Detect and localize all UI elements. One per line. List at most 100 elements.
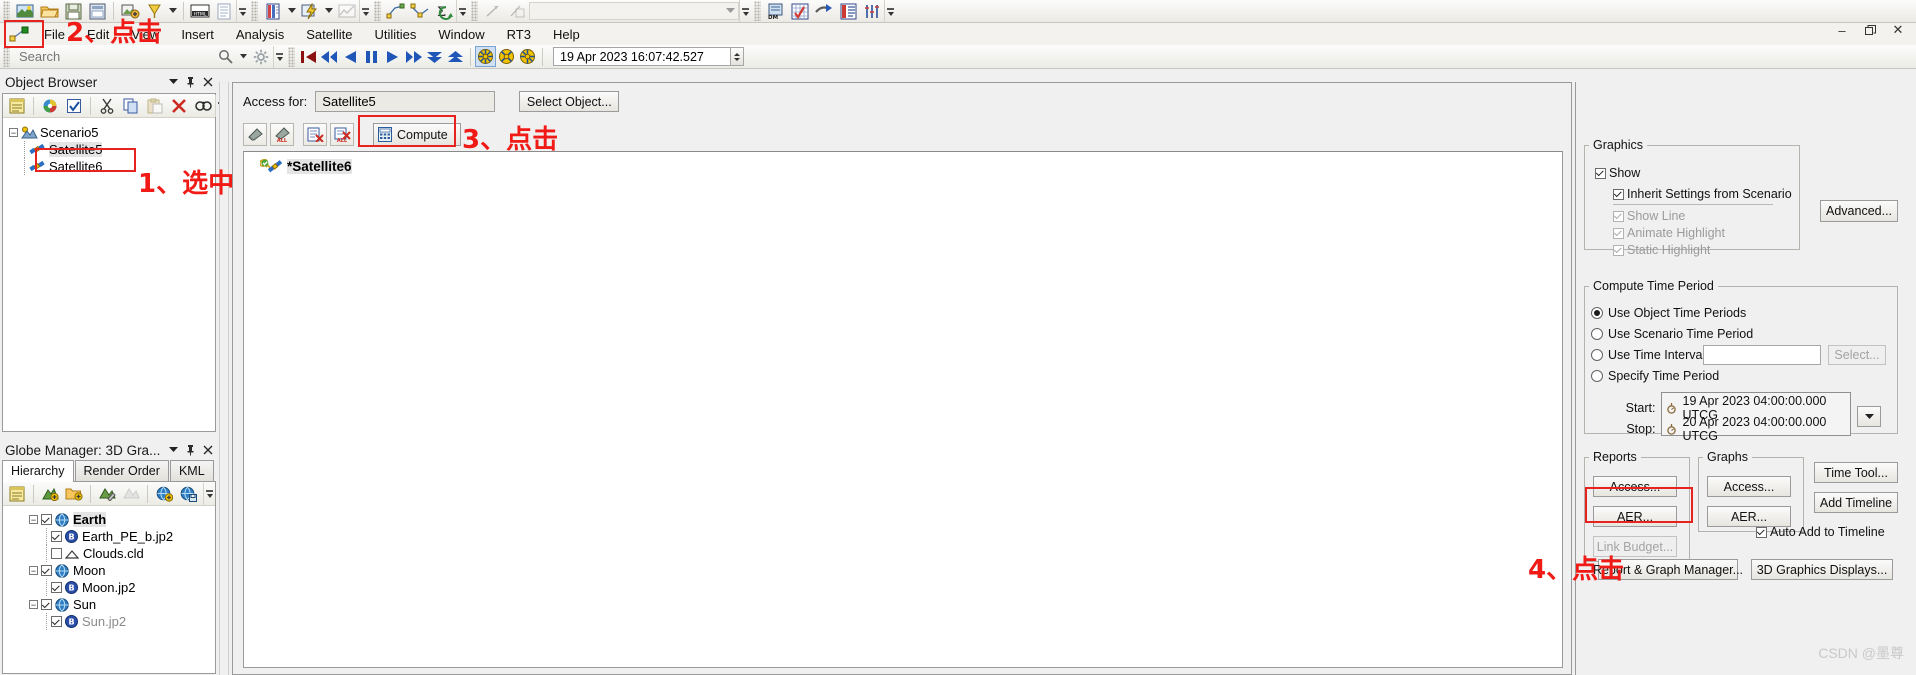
globe-node-sun-imagery[interactable]: B Sun.jp2 xyxy=(29,613,215,630)
aer-tool-icon[interactable] xyxy=(409,0,431,22)
minimize-button[interactable]: – xyxy=(1828,19,1856,41)
expander-icon[interactable]: − xyxy=(29,515,38,524)
realtime-mode-icon[interactable] xyxy=(475,46,496,67)
animation-toolbar[interactable]: 19 Apr 2023 16:07:42.527 xyxy=(0,45,1916,69)
use-scenario-time-period-radio[interactable] xyxy=(1591,328,1603,340)
advanced-button[interactable]: Advanced... xyxy=(1820,200,1898,222)
use-scenario-time-period-row[interactable]: Use Scenario Time Period xyxy=(1591,327,1753,341)
remove-all-objects-icon[interactable]: ALL xyxy=(330,123,354,146)
main-toolbar[interactable]: HTML Σ DM xyxy=(0,0,1916,23)
add-folder-icon[interactable] xyxy=(63,483,85,505)
time-tool-button[interactable]: Time Tool... xyxy=(1814,462,1898,483)
save-globe-icon[interactable] xyxy=(177,483,199,505)
search-gripper[interactable] xyxy=(3,46,10,67)
export-arrow-icon[interactable] xyxy=(813,0,835,22)
expander-icon[interactable]: − xyxy=(9,128,18,137)
time-intervals-field[interactable] xyxy=(1703,345,1821,365)
access-tool-icon[interactable] xyxy=(385,0,407,22)
visibility-checkbox[interactable] xyxy=(41,514,52,525)
visibility-checkbox[interactable] xyxy=(41,565,52,576)
object-browser-chevron-down-icon[interactable] xyxy=(165,74,182,91)
add-globe-icon[interactable] xyxy=(153,483,175,505)
properties-icon[interactable] xyxy=(6,95,28,117)
increase-time-step-icon[interactable] xyxy=(445,46,466,67)
report-list-icon[interactable] xyxy=(837,0,859,22)
menu-rt3[interactable]: RT3 xyxy=(496,25,542,44)
specify-time-period-radio[interactable] xyxy=(1591,370,1603,382)
access-for-field[interactable]: Satellite5 xyxy=(315,91,496,112)
tab-hierarchy[interactable]: Hierarchy xyxy=(2,460,74,482)
globe-node-earth[interactable]: − Earth xyxy=(29,511,215,528)
restore-button[interactable] xyxy=(1856,19,1884,41)
time-spinner[interactable] xyxy=(731,47,744,66)
copy-icon[interactable] xyxy=(120,95,142,117)
decrease-time-step-icon[interactable] xyxy=(424,46,445,67)
time-step-mode-icon[interactable] xyxy=(517,46,538,67)
toolbar-overflow-button-2[interactable] xyxy=(359,0,371,22)
search-dropdown-arrow-icon[interactable] xyxy=(238,46,248,68)
object-browser-close-icon[interactable] xyxy=(199,74,216,91)
search-overflow-button[interactable] xyxy=(273,45,285,68)
cut-icon[interactable] xyxy=(96,95,118,117)
comparison-icon[interactable] xyxy=(861,0,883,22)
time-period-dropdown-button[interactable] xyxy=(1857,406,1881,427)
toolbar-gripper-4[interactable] xyxy=(471,1,478,21)
report-icon[interactable] xyxy=(213,0,235,22)
menu-utilities[interactable]: Utilities xyxy=(364,25,428,44)
menu-insert[interactable]: Insert xyxy=(170,25,225,44)
toolbar-gripper-3[interactable] xyxy=(374,1,381,21)
graphics-displays-button[interactable]: 3D Graphics Displays... xyxy=(1751,559,1893,580)
expander-icon[interactable]: − xyxy=(29,600,38,609)
toolbar-combo[interactable] xyxy=(529,2,739,20)
properties-icon[interactable] xyxy=(6,483,28,505)
object-browser-pin-icon[interactable] xyxy=(182,74,199,91)
visibility-checkbox[interactable] xyxy=(51,531,62,542)
globe-manager-tabs[interactable]: Hierarchy Render Order KML xyxy=(2,460,216,482)
play-forward-icon[interactable] xyxy=(382,46,403,67)
step-back-icon[interactable] xyxy=(319,46,340,67)
toolbar-gripper-2[interactable] xyxy=(251,1,258,21)
use-time-intervals-row[interactable]: Use Time Intervals xyxy=(1591,348,1712,362)
current-time-field[interactable]: 19 Apr 2023 16:07:42.527 xyxy=(553,47,731,66)
edit-imagery-icon[interactable] xyxy=(96,483,118,505)
globe-manager-close-icon[interactable] xyxy=(199,442,216,459)
globe-manager-toolbar[interactable] xyxy=(3,482,215,506)
globe-node-moon[interactable]: − Moon xyxy=(29,562,215,579)
play-backward-icon[interactable] xyxy=(340,46,361,67)
color-wheel-icon[interactable] xyxy=(39,95,61,117)
auto-add-to-timeline-row[interactable]: Auto Add to Timeline xyxy=(1756,525,1885,539)
visibility-checkbox[interactable] xyxy=(51,616,62,627)
dm-tool-icon[interactable]: DM xyxy=(765,0,787,22)
list-item[interactable]: *Satellite6 xyxy=(244,156,1562,176)
check-icon[interactable] xyxy=(63,95,85,117)
select-object-button[interactable]: Select Object... xyxy=(519,91,620,112)
toolbar-overflow-button-4[interactable] xyxy=(739,0,751,22)
magnifier-icon[interactable] xyxy=(214,46,236,68)
menu-bar[interactable]: File Edit View Insert Analysis Satellite… xyxy=(0,23,1916,45)
visibility-checkbox[interactable] xyxy=(41,599,52,610)
toolbar-gripper-5[interactable] xyxy=(754,1,761,21)
graphs-access-button[interactable]: Access... xyxy=(1707,476,1791,497)
globe-node-earth-imagery[interactable]: B Earth_PE_b.jp2 xyxy=(29,528,215,545)
vcr-gripper[interactable] xyxy=(288,46,295,67)
add-all-objects-icon[interactable]: ALL xyxy=(270,123,294,146)
globe-node-sun[interactable]: − Sun xyxy=(29,596,215,613)
animation-lightning-icon[interactable] xyxy=(299,0,321,22)
delete-icon[interactable] xyxy=(168,95,190,117)
html-report-icon[interactable]: HTML xyxy=(189,0,211,22)
tree-node-scenario5[interactable]: − Scenario5 xyxy=(9,124,215,141)
add-object-icon[interactable] xyxy=(243,123,267,146)
toolbar-overflow-button-5[interactable] xyxy=(884,0,896,22)
open-scenario-icon[interactable] xyxy=(38,0,60,22)
new-scenario-icon[interactable] xyxy=(14,0,36,22)
reset-to-start-icon[interactable] xyxy=(298,46,319,67)
properties-dropdown-icon[interactable] xyxy=(286,0,297,22)
animation-dropdown-icon[interactable] xyxy=(323,0,334,22)
globe-node-clouds[interactable]: Clouds.cld xyxy=(29,545,215,562)
show-graphics-row[interactable]: Show xyxy=(1595,166,1640,180)
specify-time-period-row[interactable]: Specify Time Period xyxy=(1591,369,1719,383)
pause-icon[interactable] xyxy=(361,46,382,67)
data-summation-icon[interactable]: Σ xyxy=(433,0,455,22)
find-icon[interactable] xyxy=(192,95,214,117)
tab-render-order[interactable]: Render Order xyxy=(74,460,169,481)
